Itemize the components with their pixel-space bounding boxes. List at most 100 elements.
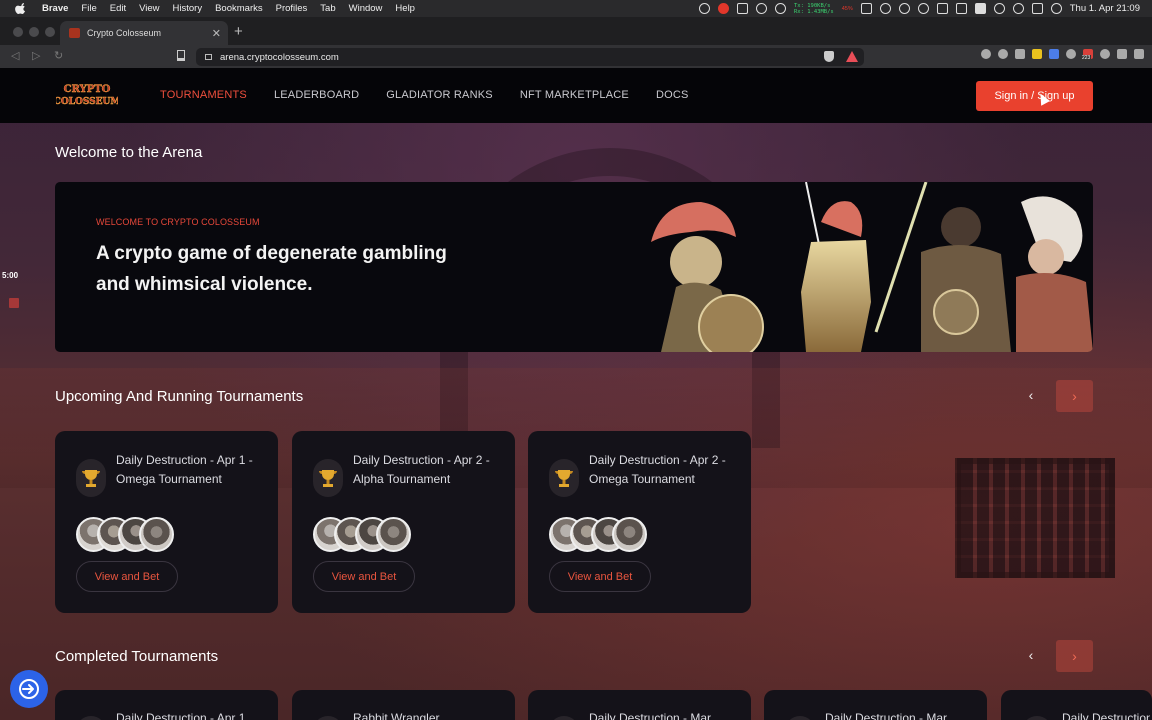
trophy-icon [785, 716, 815, 720]
recording-timer: 5:00 [2, 271, 19, 280]
nav-docs[interactable]: DOCS [656, 89, 689, 101]
nav-leaderboard[interactable]: LEADERBOARD [274, 89, 359, 101]
view-and-bet-button[interactable]: View and Bet [76, 561, 178, 592]
forward-icon[interactable]: ▷ [32, 49, 40, 62]
bluetooth-icon[interactable] [955, 3, 967, 14]
window-close-button[interactable] [13, 27, 23, 37]
completed-tournament-card[interactable]: Rabbit Wrangler [292, 690, 515, 720]
info-icon[interactable] [1100, 49, 1110, 59]
menu-edit[interactable]: Edit [110, 3, 126, 14]
wifi-icon[interactable] [993, 3, 1005, 14]
menu-window[interactable]: Window [349, 3, 383, 14]
extension-icon[interactable] [998, 49, 1008, 59]
menubar-datetime[interactable]: Thu 1. Apr 21:09 [1070, 3, 1140, 14]
accessibility-icon[interactable] [860, 3, 872, 14]
extensions-row: 223 [981, 49, 1144, 61]
upcoming-prev-button[interactable]: ‹ [1016, 380, 1046, 410]
trophy-icon [76, 459, 106, 497]
menu-file[interactable]: File [81, 3, 96, 14]
play-icon[interactable] [917, 3, 929, 14]
browser-tab[interactable]: Crypto Colosseum ✕ [60, 21, 228, 45]
menu-app-name[interactable]: Brave [42, 3, 68, 14]
calendar-extension-icon[interactable]: 223 [1081, 49, 1093, 61]
gladiator-avatar[interactable] [139, 517, 174, 552]
drive-icon[interactable] [879, 3, 891, 14]
trophy-icon [313, 716, 343, 720]
menu-profiles[interactable]: Profiles [276, 3, 308, 14]
completed-tournament-card[interactable]: Daily Destruction - Apr 1 [55, 690, 278, 720]
completed-tournament-card[interactable]: Daily Destruction - Mar [764, 690, 987, 720]
view-and-bet-button[interactable]: View and Bet [549, 561, 651, 592]
brightness-icon[interactable] [698, 3, 710, 14]
new-tab-icon[interactable]: + [234, 23, 243, 40]
completed-next-button[interactable]: › [1056, 640, 1093, 672]
nav-nft-marketplace[interactable]: NFT MARKETPLACE [520, 89, 629, 101]
siri-icon[interactable] [1050, 3, 1062, 14]
translate-extension-icon[interactable] [1049, 49, 1059, 59]
lock-icon[interactable] [205, 54, 212, 60]
sign-in-button[interactable]: Sign in / Sign up [976, 81, 1093, 111]
cpu-meter: 45% [841, 5, 853, 12]
crypto-colosseum-logo[interactable]: CRYPTO COLOSSEUM [56, 80, 118, 108]
window-minimize-button[interactable] [29, 27, 39, 37]
menu-help[interactable]: Help [395, 3, 415, 14]
extension-icon[interactable] [1032, 49, 1042, 59]
trophy-icon [549, 459, 579, 497]
browser-toolbar: ◁ ▷ ↻ arena.cryptocolosseum.com 223 [0, 45, 1152, 68]
puzzle-extensions-icon[interactable] [1117, 49, 1127, 59]
bookmark-icon[interactable] [177, 50, 185, 61]
record-icon[interactable] [755, 3, 767, 14]
extension-icon[interactable] [981, 49, 991, 59]
arena-background-window [955, 458, 1115, 578]
completed-prev-button[interactable]: ‹ [1016, 640, 1046, 670]
extension-icon[interactable] [1066, 49, 1076, 59]
nav-tournaments[interactable]: TOURNAMENTS [160, 89, 247, 101]
web-page: CRYPTO COLOSSEUM TOURNAMENTS LEADERBOARD… [0, 68, 1152, 720]
gladiator-avatar[interactable] [612, 517, 647, 552]
upcoming-section-title: Upcoming And Running Tournaments [55, 388, 304, 405]
apple-icon[interactable] [14, 2, 28, 15]
menu-bookmarks[interactable]: Bookmarks [215, 3, 263, 14]
hero-eyebrow: WELCOME TO CRYPTO COLOSSEUM [96, 217, 260, 227]
spotlight-search-icon[interactable] [1012, 3, 1024, 14]
nav-gladiator-ranks[interactable]: GLADIATOR RANKS [386, 89, 493, 101]
address-bar[interactable]: arena.cryptocolosseum.com [196, 48, 864, 66]
stop-recording-icon[interactable] [9, 298, 19, 308]
menu-view[interactable]: View [139, 3, 159, 14]
menu-history[interactable]: History [173, 3, 203, 14]
tournament-card[interactable]: Daily Destruction - Apr 1 - Omega Tourna… [55, 431, 278, 613]
gladiator-avatars [313, 517, 411, 552]
tab-close-icon[interactable]: ✕ [212, 27, 221, 40]
brave-shields-icon[interactable] [824, 51, 834, 62]
tab-title: Crypto Colosseum [87, 28, 162, 38]
completed-card-title: Rabbit Wrangler [353, 711, 440, 720]
browser-menu-icon[interactable] [1134, 49, 1144, 59]
music-icon[interactable] [898, 3, 910, 14]
completed-tournament-card[interactable]: Daily Destruction [1001, 690, 1152, 720]
reload-icon[interactable]: ↻ [54, 49, 63, 62]
notification-badge-icon[interactable] [717, 3, 729, 14]
url-text[interactable]: arena.cryptocolosseum.com [220, 52, 339, 63]
hero-headline: A crypto game of degenerate gambling and… [96, 243, 447, 295]
window-zoom-button[interactable] [45, 27, 55, 37]
menu-tab[interactable]: Tab [320, 3, 335, 14]
control-center-icon[interactable] [1031, 3, 1043, 14]
extension-icon[interactable] [1015, 49, 1025, 59]
upcoming-next-button[interactable]: › [1056, 380, 1093, 412]
volume-icon[interactable] [936, 3, 948, 14]
view-and-bet-button[interactable]: View and Bet [313, 561, 415, 592]
gladiator-avatar[interactable] [376, 517, 411, 552]
main-nav: TOURNAMENTS LEADERBOARD GLADIATOR RANKS … [160, 89, 716, 101]
tournament-card[interactable]: Daily Destruction - Apr 2 - Omega Tourna… [528, 431, 751, 613]
tournament-card[interactable]: Daily Destruction - Apr 2 - Alpha Tourna… [292, 431, 515, 613]
list-icon[interactable] [736, 3, 748, 14]
brave-rewards-icon[interactable] [846, 51, 858, 62]
trophy-icon [76, 716, 106, 720]
chat-launcher-button[interactable] [10, 670, 48, 708]
battery-icon[interactable] [974, 3, 986, 14]
site-header: CRYPTO COLOSSEUM TOURNAMENTS LEADERBOARD… [0, 68, 1152, 123]
no-sound-icon[interactable] [774, 3, 786, 14]
back-icon[interactable]: ◁ [11, 49, 19, 62]
completed-tournament-card[interactable]: Daily Destruction - Mar [528, 690, 751, 720]
gladiator-avatars [76, 517, 174, 552]
